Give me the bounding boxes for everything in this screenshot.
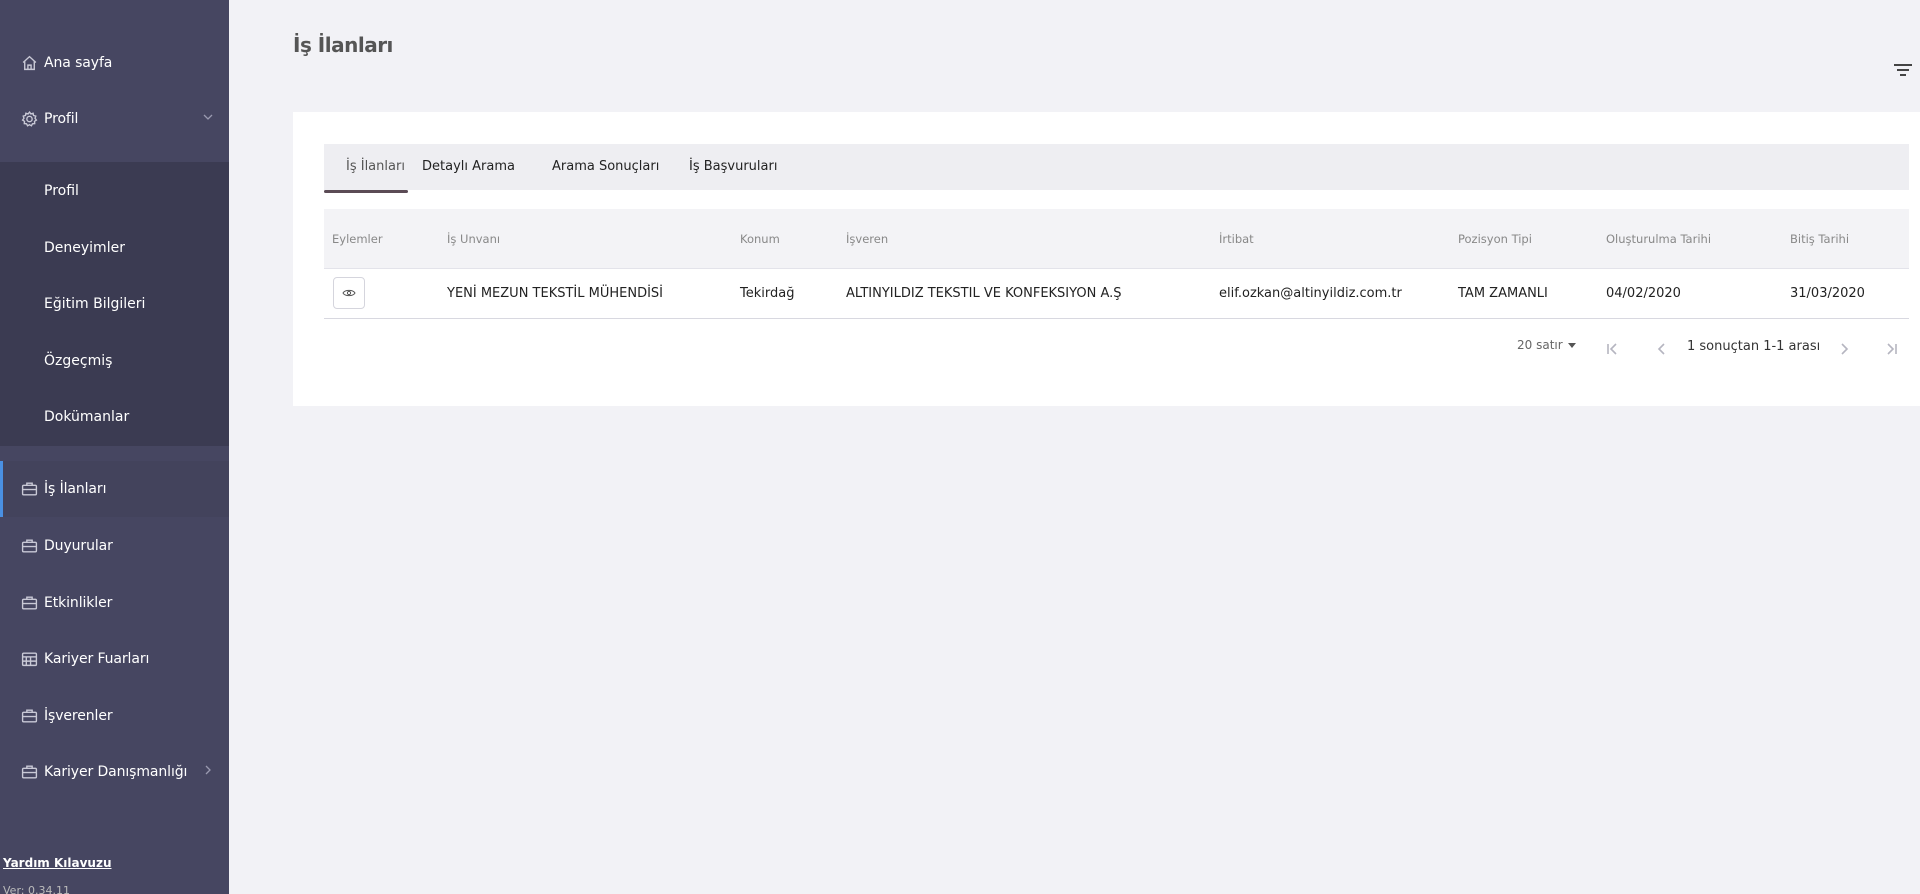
calendar-icon — [21, 651, 38, 668]
briefcase-icon — [21, 481, 38, 498]
column-header-contact[interactable]: İrtibat — [1219, 209, 1254, 269]
sidebar-item-label: Duyurular — [44, 538, 113, 554]
cell-location: Tekirdağ — [740, 286, 795, 301]
eye-icon — [342, 289, 356, 297]
submenu-item-experiences[interactable]: Deneyimler — [44, 240, 125, 256]
last-page-icon — [1887, 343, 1897, 355]
sidebar-item-career-fairs[interactable]: Kariyer Fuarları — [0, 631, 229, 687]
profile-submenu: Profil Deneyimler Eğitim Bilgileri Özgeç… — [0, 162, 229, 446]
cell-title: YENİ MEZUN TEKSTİL MÜHENDİSİ — [447, 286, 664, 301]
previous-page-button[interactable] — [1654, 341, 1670, 357]
active-tab-indicator — [324, 190, 408, 193]
tab-job-postings[interactable]: İş İlanları — [344, 144, 407, 190]
briefcase-icon — [21, 538, 38, 555]
column-header-end-date[interactable]: Bitiş Tarihi — [1790, 209, 1849, 269]
job-postings-card: İş İlanları Detaylı Arama Arama Sonuçlar… — [293, 112, 1920, 406]
sidebar-item-home[interactable]: Ana sayfa — [0, 35, 229, 91]
sidebar-item-job-postings[interactable]: İş İlanları — [0, 461, 229, 517]
version-label: Ver: 0.34.11 — [3, 884, 70, 894]
pagination: 20 satır 1 sonuçtan 1-1 arası — [324, 319, 1909, 377]
last-page-button[interactable] — [1883, 341, 1899, 357]
sidebar-item-employers[interactable]: İşverenler — [0, 688, 229, 744]
table-header: Eylemler İş Unvanı Konum İşveren İrtibat… — [324, 209, 1909, 269]
next-page-button[interactable] — [1836, 341, 1852, 357]
column-header-position-type[interactable]: Pozisyon Tipi — [1458, 209, 1532, 269]
sidebar-item-label: Etkinlikler — [44, 595, 113, 611]
sidebar-item-label: Kariyer Danışmanlığı — [44, 764, 188, 780]
cell-contact: elif.ozkan@altinyildiz.com.tr — [1219, 286, 1402, 301]
submenu-item-resume[interactable]: Özgeçmiş — [44, 353, 112, 369]
caret-down-icon — [1567, 343, 1576, 348]
chevron-down-icon — [202, 111, 214, 127]
pagination-info: 1 sonuçtan 1-1 arası — [1687, 339, 1821, 354]
gear-icon — [21, 110, 38, 128]
sidebar-item-career-counseling[interactable]: Kariyer Danışmanlığı — [0, 744, 229, 800]
tab-detailed-search[interactable]: Detaylı Arama — [420, 144, 517, 190]
cell-employer: ALTINYILDIZ TEKSTIL VE KONFEKSIYON A.Ş — [846, 286, 1122, 301]
active-indicator — [0, 461, 3, 517]
sidebar-item-label: Profil — [44, 111, 79, 127]
tab-applications[interactable]: İş Başvuruları — [687, 144, 779, 190]
help-guide-link[interactable]: Yardım Kılavuzu — [3, 856, 112, 870]
tab-label: İş Başvuruları — [689, 159, 778, 174]
tab-search-results[interactable]: Arama Sonuçları — [550, 144, 661, 190]
sidebar-item-label: Ana sayfa — [44, 55, 113, 71]
rows-per-page-value: 20 satır — [1517, 338, 1563, 352]
column-header-created-date[interactable]: Oluşturulma Tarihi — [1606, 209, 1711, 269]
submenu-item-profile[interactable]: Profil — [44, 183, 79, 199]
first-page-button[interactable] — [1605, 341, 1621, 357]
table-row: YENİ MEZUN TEKSTİL MÜHENDİSİ Tekirdağ AL… — [324, 269, 1909, 319]
page-title: İş İlanları — [293, 33, 393, 57]
sidebar: Ana sayfa Profil Profil Deneyimler Eğiti… — [0, 0, 229, 894]
briefcase-icon — [21, 764, 38, 781]
column-header-employer[interactable]: İşveren — [846, 209, 888, 269]
column-header-location[interactable]: Konum — [740, 209, 780, 269]
column-header-actions[interactable]: Eylemler — [332, 209, 383, 269]
cell-created-date: 04/02/2020 — [1606, 286, 1681, 301]
column-header-title[interactable]: İş Unvanı — [447, 209, 500, 269]
tab-label: İş İlanları — [346, 159, 405, 174]
first-page-icon — [1607, 343, 1617, 355]
rows-per-page-select[interactable]: 20 satır — [1517, 338, 1576, 352]
chevron-right-icon — [202, 764, 214, 780]
sidebar-item-events[interactable]: Etkinlikler — [0, 575, 229, 631]
sidebar-item-label: Kariyer Fuarları — [44, 651, 150, 667]
tab-bar: İş İlanları Detaylı Arama Arama Sonuçlar… — [324, 144, 1909, 193]
sidebar-item-announcements[interactable]: Duyurular — [0, 518, 229, 574]
cell-position-type: TAM ZAMANLI — [1458, 286, 1548, 301]
briefcase-icon — [21, 595, 38, 612]
cell-end-date: 31/03/2020 — [1790, 286, 1865, 301]
tab-label: Detaylı Arama — [422, 159, 515, 174]
chevron-right-icon — [1841, 343, 1849, 355]
submenu-item-documents[interactable]: Dokümanlar — [44, 409, 129, 425]
filter-icon[interactable] — [1894, 64, 1912, 78]
sidebar-item-label: İş İlanları — [44, 481, 107, 497]
tab-label: Arama Sonuçları — [552, 159, 660, 174]
sidebar-item-label: İşverenler — [44, 708, 113, 724]
chevron-left-icon — [1657, 343, 1665, 355]
view-button[interactable] — [333, 277, 365, 309]
sidebar-item-profile[interactable]: Profil — [0, 91, 229, 147]
submenu-item-education[interactable]: Eğitim Bilgileri — [44, 296, 145, 312]
home-icon — [21, 55, 38, 72]
briefcase-icon — [21, 708, 38, 725]
